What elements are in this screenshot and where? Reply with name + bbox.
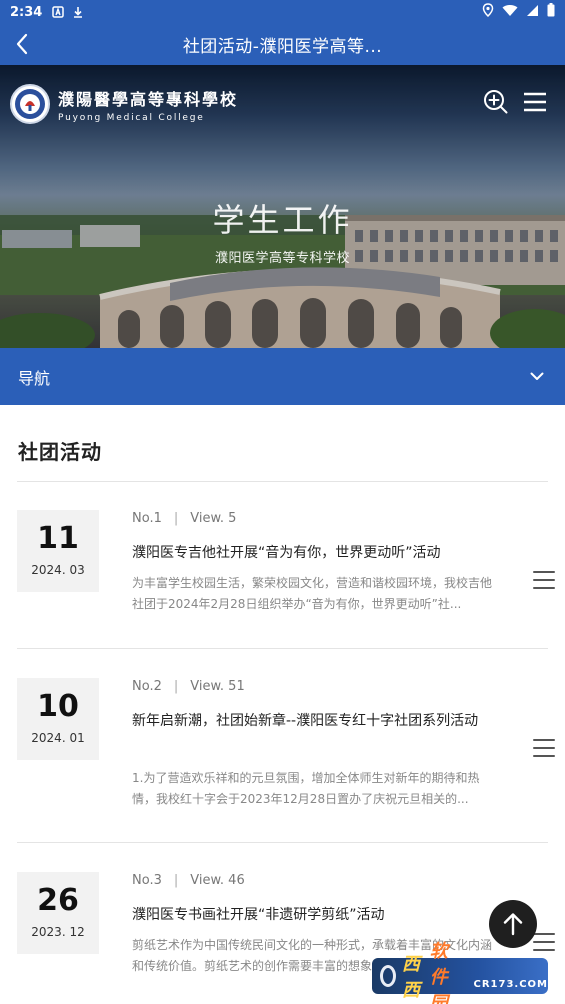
item-description: 1.为了营造欢乐祥和的元旦氛围，增加全体师生对新年的期待和热情，我校红十字会于2… xyxy=(132,771,480,806)
date-year-month: 2023. 12 xyxy=(31,925,85,939)
meta-separator: | xyxy=(173,679,179,694)
nav-dropdown[interactable]: 导航 xyxy=(0,348,565,405)
back-to-top-button[interactable] xyxy=(489,900,537,948)
site-watermark: 西西 软件园 CR173.COM xyxy=(372,941,548,1004)
nav-label: 导航 xyxy=(18,368,51,388)
school-logo[interactable]: 濮陽醫學高等專科學校 Puyong Medical College xyxy=(10,84,238,124)
arrow-up-icon xyxy=(503,913,523,936)
divider xyxy=(17,481,548,482)
hero-subtitle: 濮阳医学高等专科学校 xyxy=(214,251,350,266)
date-box: 11 2024. 03 xyxy=(17,510,99,592)
date-day: 10 xyxy=(37,689,79,724)
watermark-part2: 软件园 xyxy=(429,941,449,1004)
hero-title: 学生工作 xyxy=(212,201,353,239)
meta-separator: | xyxy=(173,873,179,888)
watermark-part1: 西西 xyxy=(402,954,422,1001)
watermark-part3: CR173.COM xyxy=(473,979,548,990)
item-title[interactable]: 新年启新潮，社团始新章--濮阳医专红十字社团系列活动 xyxy=(132,709,497,734)
item-description: 为丰富学生校园生活，繁荣校园文化，营造和谐校园环境，我校吉他社团于2024年2月… xyxy=(132,576,493,611)
item-number: No.3 xyxy=(132,873,162,888)
chevron-left-icon xyxy=(16,33,28,55)
item-number: No.2 xyxy=(132,679,162,694)
school-name-cn: 濮陽醫學高等專科學校 xyxy=(58,89,239,109)
divider xyxy=(17,842,548,843)
item-menu-icon[interactable] xyxy=(533,739,555,757)
item-views: View. 5 xyxy=(190,511,237,526)
hamburger-menu-icon[interactable] xyxy=(523,92,547,116)
school-name-en: Puyong Medical College xyxy=(58,112,205,123)
item-number: No.1 xyxy=(132,511,162,526)
list-item[interactable]: 10 2024. 01 No.2 | View. 51 新年启新潮，社团始新章-… xyxy=(17,678,555,838)
item-title[interactable]: 濮阳医专吉他社开展“音为有你，世界更动听”活动 xyxy=(132,541,497,566)
date-day: 11 xyxy=(37,521,79,556)
date-box: 10 2024. 01 xyxy=(17,678,99,760)
item-menu-icon[interactable] xyxy=(533,933,555,951)
date-year-month: 2024. 03 xyxy=(31,563,85,577)
location-icon xyxy=(482,3,494,21)
status-bar: 2:34 xyxy=(0,0,565,24)
page-title: 社团活动-濮阳医学高等... xyxy=(182,37,383,57)
meta-separator: | xyxy=(173,511,179,526)
date-box: 26 2023. 12 xyxy=(17,872,99,954)
date-year-month: 2024. 01 xyxy=(31,731,85,745)
hero-banner: 濮陽醫學高等專科學校 Puyong Medical College 学生工作 濮… xyxy=(0,65,565,348)
search-icon[interactable] xyxy=(483,89,509,119)
back-button[interactable] xyxy=(8,30,36,58)
item-title[interactable]: 濮阳医专书画社开展“非遗研学剪纸”活动 xyxy=(132,903,497,928)
item-menu-icon[interactable] xyxy=(533,571,555,589)
divider xyxy=(17,648,548,649)
section-title: 社团活动 xyxy=(18,440,102,464)
item-views: View. 51 xyxy=(190,679,245,694)
notification-a-icon xyxy=(52,6,65,18)
status-time: 2:34 xyxy=(10,4,43,20)
chevron-down-icon xyxy=(527,367,547,387)
wifi-icon xyxy=(502,4,518,21)
signal-icon xyxy=(526,4,539,21)
battery-icon xyxy=(547,3,555,21)
watermark-logo-icon xyxy=(380,965,397,987)
school-seal-icon xyxy=(10,84,50,124)
item-views: View. 46 xyxy=(190,873,245,888)
app-header: 社团活动-濮阳医学高等... xyxy=(0,24,565,65)
download-icon xyxy=(72,6,84,18)
list-item[interactable]: 11 2024. 03 No.1 | View. 5 濮阳医专吉他社开展“音为有… xyxy=(17,510,555,650)
date-day: 26 xyxy=(37,883,79,918)
